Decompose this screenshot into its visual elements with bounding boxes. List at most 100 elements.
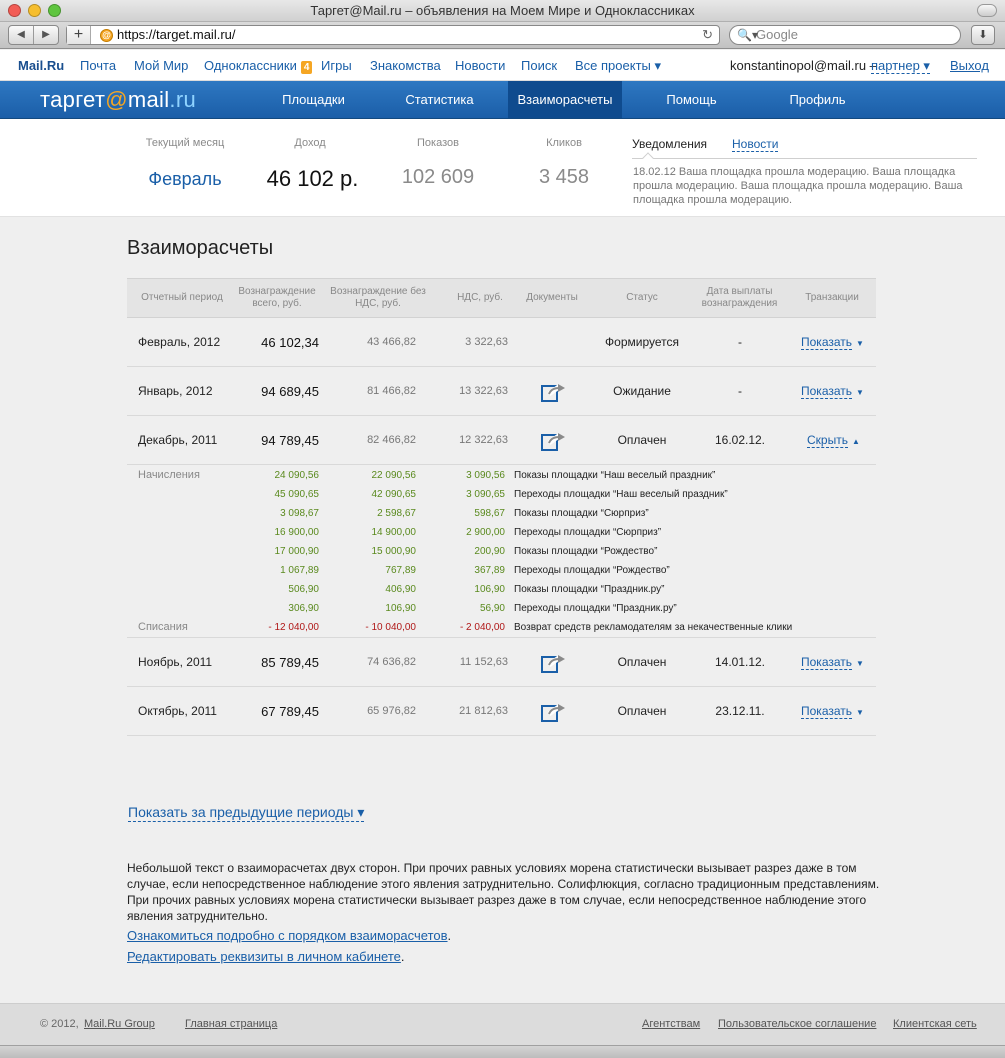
mailru-group-link[interactable]: Mail.Ru Group xyxy=(84,1004,155,1044)
settlement-rules-link[interactable]: Ознакомиться подробно с порядком взаимор… xyxy=(127,928,451,943)
column-header-transactions: Транзакции xyxy=(805,292,859,303)
history-buttons: ◀ ▶ xyxy=(8,25,59,45)
current-month-label: Текущий месяц xyxy=(145,137,225,149)
target-logo[interactable]: таргет@mail.ru xyxy=(40,87,196,113)
transaction-row: 506,90 406,90 106,90 Показы площадки “Празд… xyxy=(127,580,876,599)
transaction-total: - 12 040,00 xyxy=(268,622,319,633)
status-cell: Оплачен xyxy=(617,704,667,718)
document-export-icon[interactable] xyxy=(540,381,568,403)
zoom-window-button[interactable] xyxy=(48,4,61,17)
transaction-description: Показы площадки “Рождество” xyxy=(514,546,658,557)
reload-icon[interactable]: ↻ xyxy=(702,26,713,44)
window-controls xyxy=(8,4,61,17)
portal-link-games[interactable]: Игры xyxy=(321,50,352,81)
table-body-top: Февраль, 2012 46 102,34 43 466,82 3 322,63 Ф… xyxy=(127,318,876,465)
nav-item-platforms[interactable]: Площадки xyxy=(266,81,361,118)
portal-link-myworld[interactable]: Мой Мир xyxy=(134,50,188,81)
total-cell: 85 789,45 xyxy=(261,655,319,670)
client-network-link[interactable]: Клиентская сеть xyxy=(893,1004,977,1044)
transactions-details: Начисления 24 090,56 22 090,56 3 090,56 Пока… xyxy=(127,465,876,638)
user-email: konstantinopol@mail.ru – xyxy=(730,58,877,73)
logout-link[interactable]: Выход xyxy=(950,50,989,81)
close-window-button[interactable] xyxy=(8,4,21,17)
partner-dropdown[interactable]: партнер ▾ xyxy=(871,59,930,74)
home-page-link[interactable]: Главная страница xyxy=(185,1004,277,1044)
column-header-nonds: Вознаграждение без НДС, руб. xyxy=(330,286,426,309)
main-nav: таргет@mail.ru Площадки Статистика Взаим… xyxy=(0,81,1005,119)
tab-news[interactable]: Новости xyxy=(732,137,779,152)
agencies-link[interactable]: Агентствам xyxy=(642,1004,700,1044)
transactions-toggle-label[interactable]: Показать xyxy=(801,655,853,670)
transaction-nonds: 106,90 xyxy=(385,603,416,614)
transactions-toggle[interactable]: Скрыть ▲ xyxy=(807,416,860,466)
toggle-caret-icon: ▼ xyxy=(856,708,864,717)
show-previous-periods-link[interactable]: Показать за предыдущие периоды ▾ xyxy=(128,804,365,822)
transactions-toggle[interactable]: Показать ▼ xyxy=(801,318,864,368)
settlements-table: Отчетный период Вознаграждение всего, ру… xyxy=(127,278,876,736)
portal-link-mail[interactable]: Почта xyxy=(80,50,116,81)
transaction-total: 17 000,90 xyxy=(274,546,320,557)
nav-item-profile[interactable]: Профиль xyxy=(770,81,865,118)
column-header-documents: Документы xyxy=(526,292,578,303)
income-value: 46 102 р. xyxy=(266,166,359,191)
address-bar[interactable]: + @ https://target.mail.ru/ ↻ xyxy=(66,25,720,45)
search-field[interactable]: 🔍▾ Google xyxy=(729,25,961,45)
transactions-toggle-label[interactable]: Показать xyxy=(801,335,853,350)
transactions-toggle-label[interactable]: Показать xyxy=(801,704,853,719)
transactions-toggle[interactable]: Показать ▼ xyxy=(801,367,864,417)
edit-requisites-link[interactable]: Редактировать реквизиты в личном кабинет… xyxy=(127,949,405,964)
document-export-icon[interactable] xyxy=(540,430,568,452)
portal-link-search[interactable]: Поиск xyxy=(521,50,557,81)
transaction-description: Показы площадки “Праздник.ру” xyxy=(514,584,665,595)
transaction-nonds: 14 900,00 xyxy=(371,527,417,538)
search-placeholder: Google xyxy=(756,27,798,42)
title-bar: Таргет@Mail.ru – объявления на Моем Мире… xyxy=(0,0,1005,22)
period-cell: Январь, 2012 xyxy=(138,384,213,398)
pay-date-cell: 23.12.11. xyxy=(715,704,765,718)
settlement-rules-link-text[interactable]: Ознакомиться подробно с порядком взаимор… xyxy=(127,928,448,943)
portal-link-news[interactable]: Новости xyxy=(455,50,505,81)
url-text[interactable]: https://target.mail.ru/ xyxy=(117,26,236,44)
transactions-toggle[interactable]: Показать ▼ xyxy=(801,638,864,688)
minimize-window-button[interactable] xyxy=(28,4,41,17)
mailru-brand-link[interactable]: Mail.Ru xyxy=(18,50,64,81)
summary-panel: Текущий месяц Доход Показов Кликов Февра… xyxy=(0,119,1005,217)
transactions-toggle-label[interactable]: Скрыть xyxy=(807,433,848,448)
forward-button[interactable]: ▶ xyxy=(34,26,58,44)
transactions-toggle[interactable]: Показать ▼ xyxy=(801,687,864,737)
tab-notifications[interactable]: Уведомления xyxy=(632,137,707,151)
nav-item-statistics[interactable]: Статистика xyxy=(392,81,487,118)
logo-at: @ xyxy=(105,87,128,112)
edit-requisites-link-text[interactable]: Редактировать реквизиты в личном кабинет… xyxy=(127,949,401,964)
transaction-row: Начисления 24 090,56 22 090,56 3 090,56 Пока… xyxy=(127,466,876,485)
transaction-nds: 367,89 xyxy=(474,565,505,576)
document-export-icon[interactable] xyxy=(540,701,568,723)
logo-text-ru: .ru xyxy=(169,87,196,112)
back-button[interactable]: ◀ xyxy=(9,26,34,44)
pay-date-cell: 14.01.12. xyxy=(714,655,766,669)
downloads-button[interactable]: ⬇ xyxy=(971,25,995,45)
nonds-cell: 82 466,82 xyxy=(367,434,416,446)
period-cell: Октябрь, 2011 xyxy=(138,704,217,718)
nonds-cell: 74 636,82 xyxy=(367,656,416,668)
transactions-toggle-label[interactable]: Показать xyxy=(801,384,853,399)
add-bookmark-button[interactable]: + xyxy=(67,26,91,44)
column-header-nds: НДС, руб. xyxy=(457,292,503,303)
logo-text-mail: mail xyxy=(127,87,170,112)
portal-link-all-projects[interactable]: Все проекты ▾ xyxy=(575,50,661,81)
nav-item-settlements[interactable]: Взаиморасчеты xyxy=(508,81,622,118)
transaction-row: 17 000,90 15 000,90 200,90 Показы площадки … xyxy=(127,542,876,561)
user-agreement-link[interactable]: Пользовательское соглашение xyxy=(718,1004,876,1044)
toolbar-toggle-button[interactable] xyxy=(977,4,997,17)
nav-item-help[interactable]: Помощь xyxy=(644,81,739,118)
document-export-icon[interactable] xyxy=(540,652,568,674)
transaction-nds: 3 090,65 xyxy=(466,489,505,500)
transaction-nonds: - 10 040,00 xyxy=(365,622,416,633)
portal-link-odnoklassniki[interactable]: Одноклассники 4 xyxy=(204,50,313,81)
nonds-cell: 65 976,82 xyxy=(367,705,416,717)
total-cell: 94 789,45 xyxy=(261,433,319,448)
portal-link-dating[interactable]: Знакомства xyxy=(370,50,441,81)
browser-window: Таргет@Mail.ru – объявления на Моем Мире… xyxy=(0,0,1005,1058)
notifications-tabs: Уведомления Новости xyxy=(632,137,977,159)
search-icon: 🔍▾ xyxy=(737,28,758,42)
